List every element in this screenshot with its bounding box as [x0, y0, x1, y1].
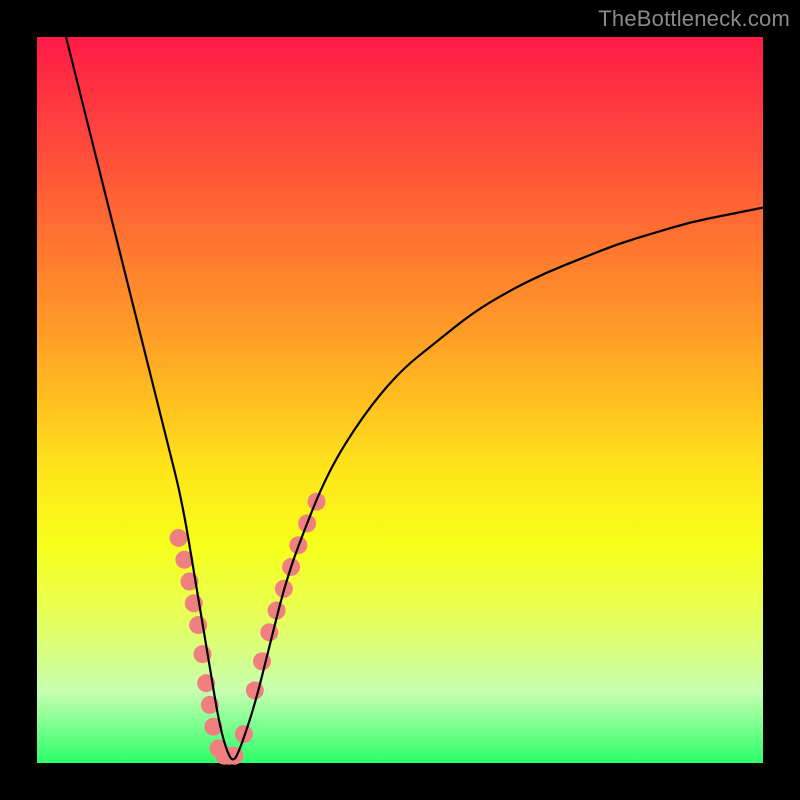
highlight-marker: [170, 529, 188, 547]
chart-svg: [37, 37, 763, 763]
plot-area: [37, 37, 763, 763]
watermark-text: TheBottleneck.com: [598, 6, 790, 32]
chart-frame: TheBottleneck.com: [0, 0, 800, 800]
bottleneck-curve: [66, 37, 763, 759]
